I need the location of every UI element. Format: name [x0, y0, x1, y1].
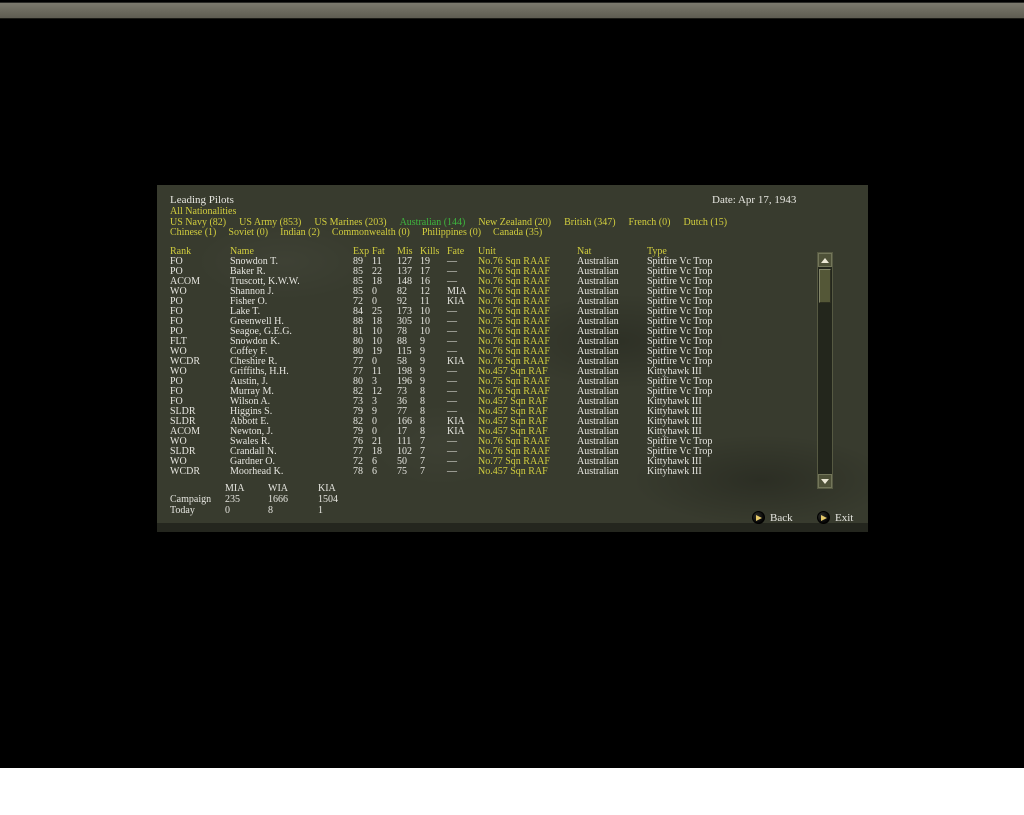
cell-name: Moorhead K.	[230, 466, 284, 477]
scrollbar-down-button[interactable]	[818, 474, 832, 488]
pilot-table-rows: FO Snowdon T. 89 11 127 19 — No.76 Sqn R…	[157, 257, 817, 477]
cell-type: Kittyhawk III	[647, 466, 702, 477]
cell-exp: 78	[353, 466, 363, 477]
chevron-up-icon	[821, 257, 829, 263]
scrollbar-thumb[interactable]	[819, 269, 831, 303]
cell-mis: 75	[397, 466, 407, 477]
nationality-tab[interactable]: British (347)	[564, 218, 615, 228]
summary-campaign-kia: 1504	[318, 494, 338, 505]
summary-header-wia: WIA	[268, 483, 288, 494]
nationality-tab[interactable]: Canada (35)	[493, 228, 542, 238]
nationality-tab[interactable]: Soviet (0)	[228, 228, 268, 238]
summary-campaign-mia: 235	[225, 494, 240, 505]
summary-today-wia: 8	[268, 505, 273, 516]
cell-kills: 7	[420, 466, 425, 477]
chevron-down-icon	[821, 478, 829, 484]
summary-campaign-wia: 1666	[268, 494, 288, 505]
cell-nat: Australian	[577, 466, 619, 477]
nationality-tab[interactable]: Philippines (0)	[422, 228, 481, 238]
nationality-tab[interactable]: Chinese (1)	[170, 228, 216, 238]
nationality-tabs-row-2: Chinese (1) Soviet (0) Indian (2) Common…	[170, 228, 542, 238]
date-display: Date: Apr 17, 1943	[712, 194, 797, 206]
nationality-tab[interactable]: Commonwealth (0)	[332, 228, 410, 238]
nationality-tab[interactable]: Dutch (15)	[683, 218, 727, 228]
nationality-tab[interactable]: Indian (2)	[280, 228, 320, 238]
pilot-list-scrollbar[interactable]	[817, 252, 833, 489]
nationality-tab[interactable]: French (0)	[629, 218, 671, 228]
game-viewport: Leading Pilots Date: Apr 17, 1943 All Na…	[0, 0, 1024, 768]
exit-button-label: Exit	[835, 511, 854, 524]
summary-today-mia: 0	[225, 505, 230, 516]
cell-unit: No.457 Sqn RAF	[478, 466, 548, 477]
page-title: Leading Pilots	[170, 194, 234, 206]
summary-header-kia: KIA	[318, 483, 336, 494]
window-top-bar	[0, 2, 1024, 19]
summary-campaign-label: Campaign	[170, 494, 212, 505]
scrollbar-up-button[interactable]	[818, 253, 832, 267]
nationality-filter-label: All Nationalities	[170, 206, 237, 217]
summary-today-kia: 1	[318, 505, 323, 516]
cell-rank: WCDR	[170, 466, 200, 477]
summary-header-mia: MIA	[225, 483, 245, 494]
panel-bottom-shade	[157, 523, 868, 532]
screenshot-stage: Leading Pilots Date: Apr 17, 1943 All Na…	[0, 0, 1024, 815]
cell-fat: 6	[372, 466, 377, 477]
summary-today-label: Today	[170, 505, 195, 516]
cell-fate: —	[447, 466, 457, 477]
back-button-label: Back	[770, 511, 793, 524]
table-row: WCDR Moorhead K. 78 6 75 7 — No.457 Sqn …	[157, 467, 817, 477]
leading-pilots-panel: Leading Pilots Date: Apr 17, 1943 All Na…	[157, 185, 868, 532]
